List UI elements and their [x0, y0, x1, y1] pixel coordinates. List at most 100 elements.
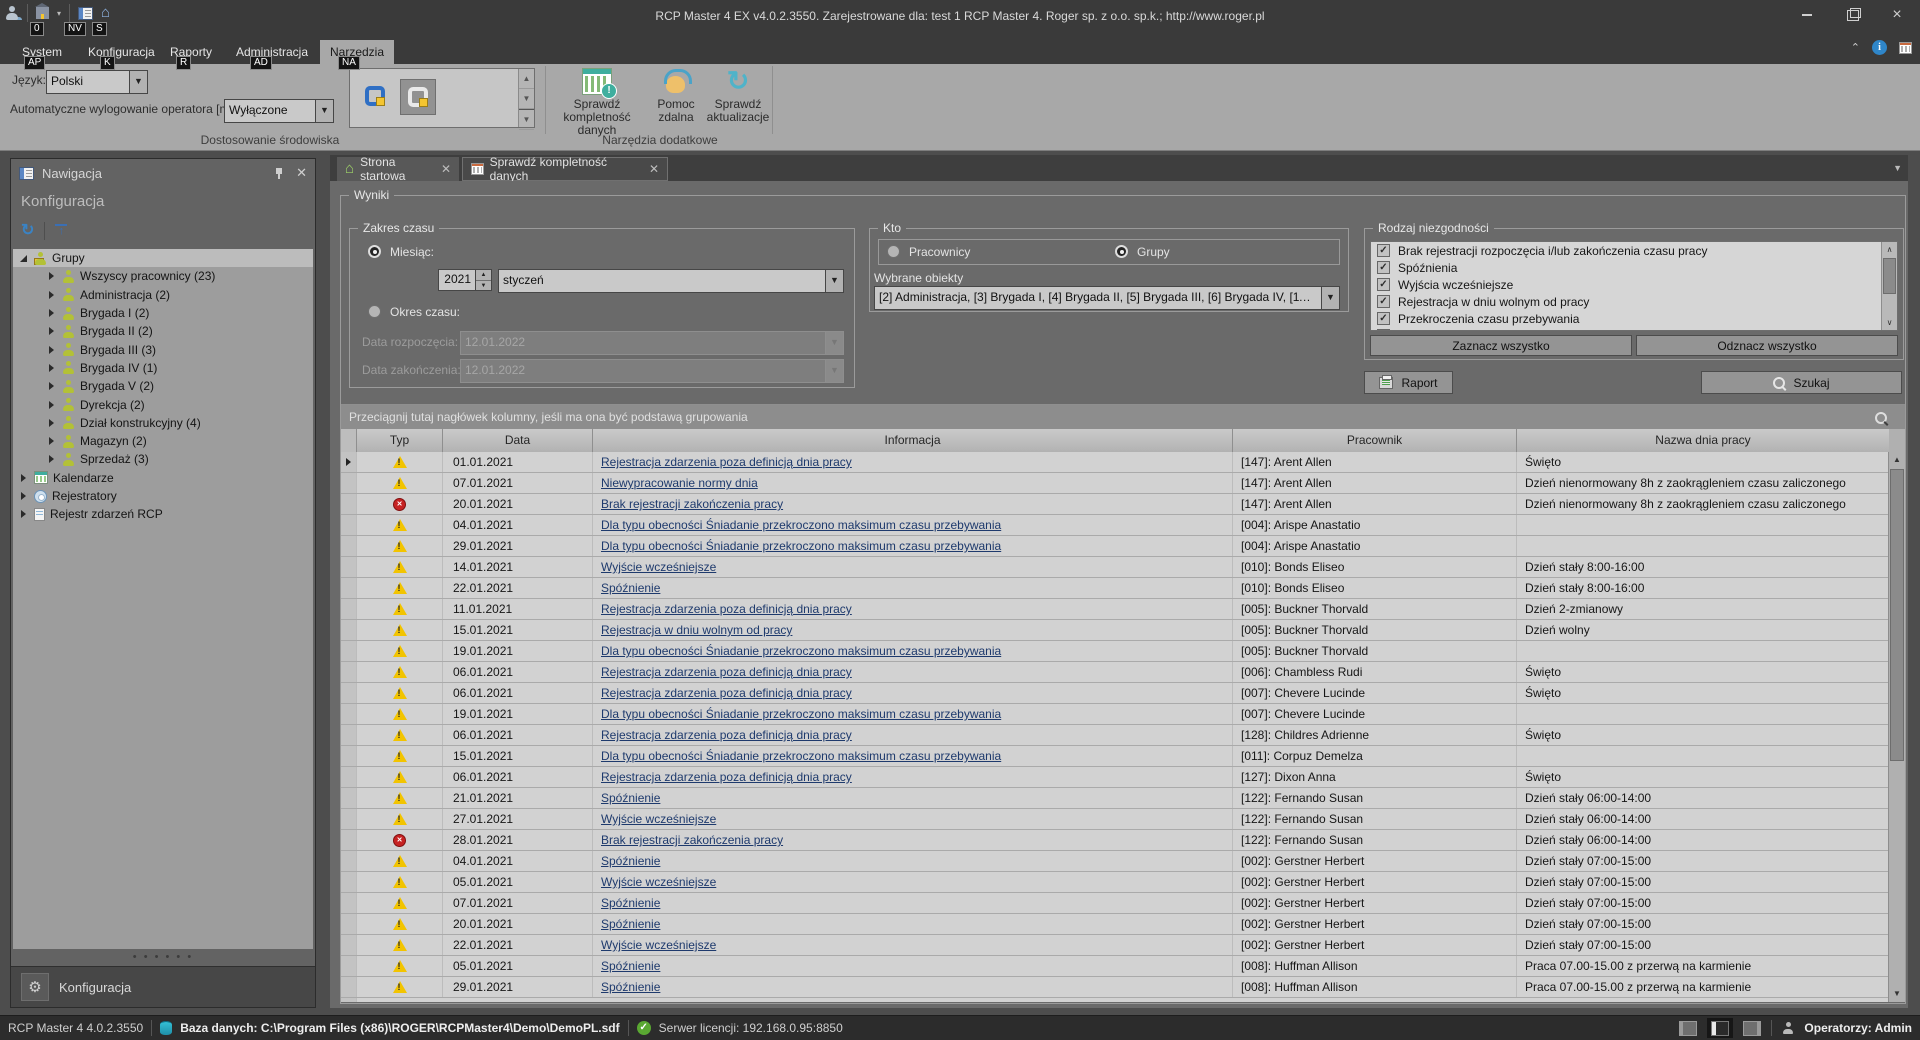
filter-search-icon[interactable]: [1875, 412, 1887, 424]
scroll-up-icon[interactable]: ▲: [1889, 452, 1905, 468]
nav-tree-item[interactable]: Magazyn (2): [13, 432, 313, 450]
nav-tree-item[interactable]: Grupy: [13, 249, 313, 267]
doc-tab-sprawdz-kompletnosc[interactable]: Sprawdź kompletność danych ✕: [462, 157, 668, 181]
close-button[interactable]: ×: [1880, 4, 1914, 26]
navigation-panel-icon[interactable]: [78, 7, 93, 20]
close-icon[interactable]: ✕: [296, 167, 307, 179]
expand-arrow-icon[interactable]: [19, 509, 29, 519]
checkbox-checked-icon[interactable]: ✓: [1377, 278, 1390, 291]
spin-up-icon[interactable]: ▲: [476, 270, 491, 281]
gallery-more-icon[interactable]: ▼: [519, 109, 534, 130]
table-row[interactable]: 05.01.2021Spóźnienie[008]: Huffman Allis…: [341, 956, 1889, 977]
column-header-data[interactable]: Data: [443, 429, 593, 452]
tab-administracja[interactable]: Administracja: [226, 40, 318, 64]
listbox-scrollbar[interactable]: ∧∨: [1881, 242, 1897, 330]
scrollbar-thumb[interactable]: [1883, 258, 1896, 294]
info-link[interactable]: Wyjście wcześniejsze: [601, 812, 716, 826]
info-icon[interactable]: i: [1872, 40, 1887, 55]
info-link[interactable]: Dla typu obecności Śniadanie przekroczon…: [601, 644, 1001, 658]
layout-toggle-icon-2[interactable]: [1743, 1021, 1761, 1036]
groupby-bar[interactable]: Przeciągnij tutaj nagłówek kolumny, jeśl…: [341, 405, 1905, 429]
table-row[interactable]: 06.01.2021Rejestracja zdarzenia poza def…: [341, 683, 1889, 704]
discrepancy-item[interactable]: ✓Brak rejestracji rozpoczęcia i/lub zako…: [1371, 242, 1897, 259]
scroll-down-icon[interactable]: ▼: [519, 89, 534, 109]
month-radio[interactable]: [368, 245, 381, 258]
spin-down-icon[interactable]: ▼: [476, 281, 491, 291]
table-row[interactable]: 06.01.2021Rejestracja zdarzenia poza def…: [341, 725, 1889, 746]
table-row[interactable]: 15.01.2021Rejestracja w dniu wolnym od p…: [341, 620, 1889, 641]
info-link[interactable]: Spóźnienie: [601, 980, 660, 994]
info-link[interactable]: Dla typu obecności Śniadanie przekroczon…: [601, 707, 1001, 721]
nav-tree-item[interactable]: Brygada II (2): [13, 322, 313, 340]
expand-arrow-icon[interactable]: [19, 473, 29, 483]
discrepancy-item[interactable]: ✓Spóźnienia: [1371, 259, 1897, 276]
table-row[interactable]: 07.01.2021Spóźnienie[002]: Gerstner Herb…: [341, 893, 1889, 914]
search-button[interactable]: Szukaj: [1701, 371, 1902, 394]
operator-clock-icon[interactable]: [6, 6, 19, 20]
info-link[interactable]: Rejestracja zdarzenia poza definicją dni…: [601, 665, 852, 679]
splitter-handle[interactable]: • • • • • •: [11, 951, 315, 963]
table-row[interactable]: 04.01.2021Spóźnienie[002]: Gerstner Herb…: [341, 851, 1889, 872]
table-row[interactable]: 27.01.2021Wyjście wcześniejsze[122]: Fer…: [341, 809, 1889, 830]
expand-arrow-icon[interactable]: [47, 454, 57, 464]
autologout-combo[interactable]: Wyłączone ▼: [224, 99, 334, 123]
table-row[interactable]: 14.01.2021Wyjście wcześniejsze[010]: Bon…: [341, 557, 1889, 578]
year-spinner[interactable]: 2021 ▲▼: [438, 269, 492, 291]
info-link[interactable]: Wyjście wcześniejsze: [601, 938, 716, 952]
month-combo[interactable]: styczeń ▼: [498, 269, 844, 293]
selected-objects-combo[interactable]: [2] Administracja, [3] Brygada I, [4] Br…: [874, 286, 1340, 310]
checkbox-checked-icon[interactable]: ✓: [1377, 244, 1390, 257]
nav-tree-item[interactable]: Brygada V (2): [13, 377, 313, 395]
deselect-all-button[interactable]: Odznacz wszystko: [1636, 335, 1898, 356]
panel-toggle-pressed[interactable]: [1707, 1018, 1733, 1038]
company-icon[interactable]: [36, 7, 49, 19]
table-row[interactable]: 29.01.2021Dla typu obecności Śniadanie p…: [341, 536, 1889, 557]
window-layout-icon[interactable]: [1899, 42, 1912, 54]
check-updates-button[interactable]: ↻ Sprawdź aktualizacje: [700, 68, 776, 124]
nav-tree-item[interactable]: Wszyscy pracownicy (23): [13, 267, 313, 285]
tab-konfiguracja[interactable]: Konfiguracja: [78, 40, 165, 64]
start-page-icon[interactable]: ⌂: [101, 6, 110, 20]
discrepancy-item[interactable]: ✓Wyjścia wcześniejsze: [1371, 276, 1897, 293]
expand-arrow-icon[interactable]: [47, 326, 57, 336]
nav-tree-item[interactable]: Rejestratory: [13, 487, 313, 505]
expand-arrow-icon[interactable]: [19, 491, 29, 501]
info-link[interactable]: Dla typu obecności Śniadanie przekroczon…: [601, 518, 1001, 532]
column-header-pracownik[interactable]: Pracownik: [1233, 429, 1517, 452]
report-button[interactable]: Raport: [1364, 371, 1453, 394]
nav-tree-item[interactable]: Administracja (2): [13, 286, 313, 304]
collapse-all-icon[interactable]: ↑: [55, 224, 67, 239]
theme-option-blue[interactable]: [358, 79, 392, 113]
nav-tree-item[interactable]: Dział konstrukcyjny (4): [13, 414, 313, 432]
column-header-typ[interactable]: Typ: [357, 429, 443, 452]
nav-tree-item[interactable]: Brygada I (2): [13, 304, 313, 322]
nav-tree-item[interactable]: Dyrekcja (2): [13, 395, 313, 413]
info-link[interactable]: Wyjście wcześniejsze: [601, 875, 716, 889]
nav-tree-item[interactable]: Kalendarze: [13, 469, 313, 487]
info-link[interactable]: Niewypracowanie normy dnia: [601, 476, 758, 490]
info-link[interactable]: Wyjście wcześniejsze: [601, 560, 716, 574]
spinner-arrows[interactable]: ▲▼: [476, 269, 492, 291]
table-row[interactable]: 15.01.2021Dla typu obecności Śniadanie p…: [341, 746, 1889, 767]
nav-tree-item[interactable]: Rejestr zdarzeń RCP: [13, 505, 313, 523]
info-link[interactable]: Rejestracja zdarzenia poza definicją dni…: [601, 602, 852, 616]
discrepancy-item[interactable]: ✓Przekroczenia czasu przebywania: [1371, 310, 1897, 327]
table-row[interactable]: 20.01.2021Spóźnienie[002]: Gerstner Herb…: [341, 914, 1889, 935]
column-header-nazwa-dnia[interactable]: Nazwa dnia pracy: [1517, 429, 1889, 452]
expand-arrow-icon[interactable]: [47, 363, 57, 373]
expand-arrow-icon[interactable]: [47, 418, 57, 428]
info-link[interactable]: Rejestracja zdarzenia poza definicją dni…: [601, 770, 852, 784]
info-link[interactable]: Spóźnienie: [601, 791, 660, 805]
theme-option-gray[interactable]: [400, 79, 436, 115]
remote-help-button[interactable]: Pomoc zdalna: [644, 68, 708, 124]
table-row[interactable]: 22.01.2021Wyjście wcześniejsze[002]: Ger…: [341, 935, 1889, 956]
info-link[interactable]: Spóźnienie: [601, 854, 660, 868]
checkbox-checked-icon[interactable]: ✓: [1377, 295, 1390, 308]
scroll-up-icon[interactable]: ∧: [1882, 242, 1897, 257]
expand-arrow-icon[interactable]: [47, 290, 57, 300]
discrepancy-item[interactable]: ✓Rejestracja w dniu wolnym od pracy: [1371, 293, 1897, 310]
language-combo[interactable]: Polski ▼: [46, 70, 148, 94]
info-link[interactable]: Dla typu obecności Śniadanie przekroczon…: [601, 749, 1001, 763]
info-link[interactable]: Rejestracja zdarzenia poza definicją dni…: [601, 686, 852, 700]
table-row[interactable]: 05.01.2021Wyjście wcześniejsze[002]: Ger…: [341, 872, 1889, 893]
